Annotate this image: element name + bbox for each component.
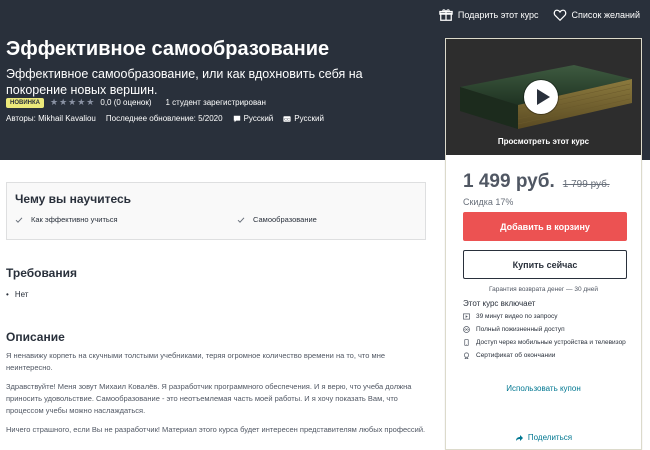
description-paragraph: Я ненавижу корпеть на скучными толстыми … [6,351,386,372]
bullet-icon: • [6,290,9,299]
include-text: Доступ через мобильные устройства и теле… [476,339,626,346]
wishlist-button[interactable]: Список желаний [553,8,640,22]
include-item-lifetime: Полный пожизненный доступ [463,325,633,334]
heart-icon [553,9,566,22]
rating-row: НОВИНКА ★ ★ ★ ★ ★ 0,0 (0 оценок) 1 студе… [6,97,266,108]
description-paragraph: Ничего страшного, если Вы не разработчик… [6,425,426,434]
include-text: Полный пожизненный доступ [476,326,565,333]
new-badge: НОВИНКА [6,97,44,108]
share-label: Поделиться [527,433,573,442]
rating-stars: ★ ★ ★ ★ ★ [50,97,94,108]
include-text: 39 минут видео по запросу [476,313,558,320]
check-icon [237,216,245,223]
requirement-text: Нет [14,290,29,299]
learn-item-text: Как эффективно учиться [31,215,118,224]
includes-list: 39 минут видео по запросу Полный пожизне… [463,312,633,364]
star-icon: ★ [59,97,68,107]
authors: Авторы: Mikhail Kavaliou [6,114,96,123]
students-count: 1 студент зарегистрирован [165,98,266,107]
share-icon [515,434,523,441]
mobile-icon [464,339,469,346]
purchase-card: Просмотреть этот курс 1 499 руб. 1 799 р… [445,38,642,450]
description-title: Описание [6,330,65,344]
money-back-guarantee: Гарантия возврата денег — 30 дней [488,286,599,293]
include-item-video: 39 минут видео по запросу [463,312,633,321]
preview-label: Просмотреть этот курс [497,137,590,146]
old-price: 1 799 руб. [562,179,610,190]
gift-course-label: Подарить этот курс [457,10,539,20]
includes-title: Этот курс включает [463,299,536,308]
captions-label: Русский [294,114,324,123]
video-icon [463,313,470,320]
speech-bubble-icon [233,115,240,122]
learn-item: Как эффективно учиться [15,215,118,224]
course-preview[interactable]: Просмотреть этот курс [446,39,641,155]
certificate-icon [463,352,470,359]
price-row: 1 499 руб. 1 799 руб. [463,171,610,193]
last-updated: Последнее обновление: 5/2020 [105,114,223,123]
current-price: 1 499 руб. [463,171,555,192]
gift-icon [439,9,453,21]
play-icon [524,80,558,114]
cc-icon: CC [283,115,291,122]
check-icon [15,216,23,223]
requirements-title: Требования [6,266,77,280]
course-subtitle: Эффективное самообразование, или как вдо… [6,67,363,97]
language: Русский [233,114,274,123]
wishlist-label: Список желаний [571,10,640,20]
gift-course-button[interactable]: Подарить этот курс [439,8,539,22]
what-you-learn-box: Чему вы научитесь Как эффективно учиться… [6,182,426,240]
rating-text: 0,0 (0 оценок) [100,98,152,107]
language-label: Русский [243,114,274,123]
share-button[interactable]: Поделиться [446,433,641,442]
learn-item: Самообразование [237,215,317,224]
course-title: Эффективное самообразование [6,38,330,60]
header-actions: Подарить этот курс Список желаний [439,8,640,22]
discount-label: Скидка 17% [463,197,514,207]
star-icon: ★ [86,97,95,107]
learn-title: Чему вы научитесь [15,192,132,206]
learn-item-text: Самообразование [253,215,317,224]
svg-text:CC: CC [284,116,290,121]
include-item-mobile: Доступ через мобильные устройства и теле… [463,338,633,347]
star-icon: ★ [49,97,59,107]
description-paragraph: Здравствуйте! Меня зовут Михаил Ковалёв.… [6,382,412,415]
include-text: Сертификат об окончании [476,352,556,359]
meta-info-row: Авторы: Mikhail Kavaliou Последнее обнов… [6,114,324,123]
buy-now-button[interactable]: Купить сейчас [463,250,627,279]
infinity-icon [463,326,470,333]
play-button[interactable] [523,79,559,115]
include-item-certificate: Сертификат об окончании [463,351,633,360]
star-icon: ★ [77,97,86,107]
requirement-item: • Нет [6,290,28,299]
apply-coupon-link[interactable]: Использовать купон [446,384,641,393]
captions: CC Русский [283,114,324,123]
star-icon: ★ [68,97,77,107]
add-to-cart-button[interactable]: Добавить в корзину [463,212,627,241]
